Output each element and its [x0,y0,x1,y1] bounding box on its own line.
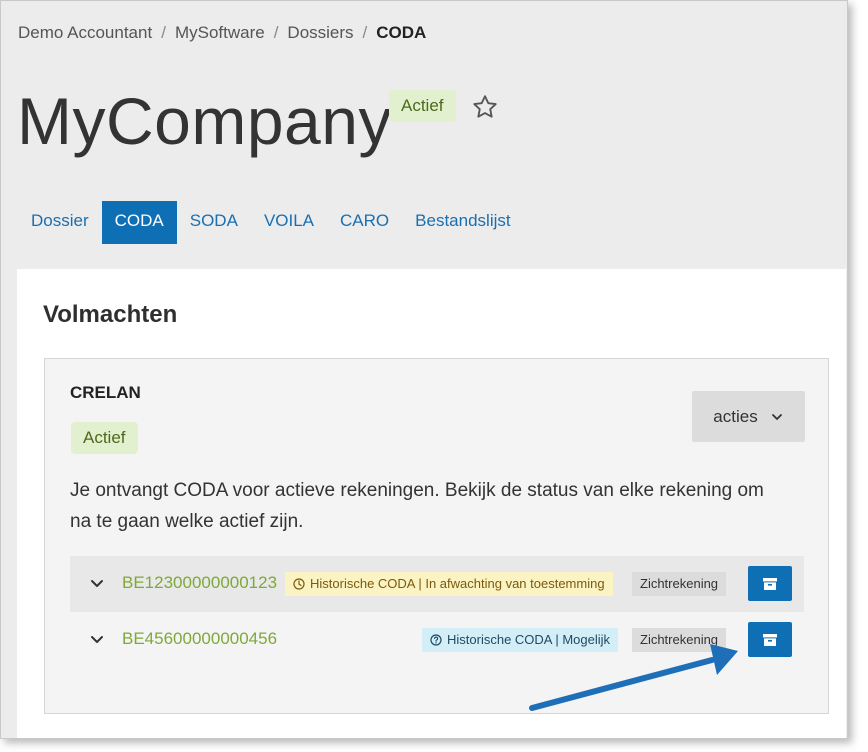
clock-icon [293,578,305,590]
tab-voila[interactable]: VOILA [251,201,327,244]
bank-name: CRELAN [70,383,141,402]
bank-description: Je ontvangt CODA voor actieve rekeningen… [70,480,764,532]
archive-icon [763,577,777,590]
question-circle-icon [430,634,442,646]
archive-button[interactable] [748,566,792,601]
bank-status-badge: Actief [71,422,138,454]
breadcrumb-separator: / [362,23,368,42]
tab-bar: Dossier CODA SODA VOILA CARO Bestandslij… [18,201,524,244]
account-type-badge: Zichtrekening [632,628,727,652]
account-row: BE45600000000456 Historische CODA | Moge… [70,612,804,668]
tab-bestandslijst[interactable]: Bestandslijst [402,201,523,244]
breadcrumb-current: CODA [376,23,427,42]
actions-dropdown-button[interactable]: acties [692,391,805,442]
actions-label: acties [713,406,758,426]
star-icon[interactable] [471,93,499,121]
tab-coda[interactable]: CODA [101,201,177,244]
content-panel: Volmachten CRELAN Actief acties Je ontva… [17,269,846,738]
breadcrumb-item-dossiers[interactable]: Dossiers [287,23,353,42]
breadcrumb-separator: / [161,23,166,42]
tab-caro[interactable]: CARO [327,201,402,244]
archive-icon [763,633,777,646]
breadcrumb-item-accountant[interactable]: Demo Accountant [18,23,152,42]
breadcrumb: Demo Accountant / MySoftware / Dossiers / CODA [18,23,426,43]
archive-button[interactable] [748,622,792,657]
account-status-badge: Historische CODA | Mogelijk [422,628,619,652]
chevron-down-icon[interactable] [89,633,105,647]
chevron-down-icon[interactable] [89,577,105,591]
breadcrumb-item-software[interactable]: MySoftware [175,23,265,42]
account-type-badge: Zichtrekening [632,572,727,596]
account-status-badge: Historische CODA | In afwachting van toe… [285,572,613,596]
account-status-text: Historische CODA | In afwachting van toe… [310,576,605,591]
status-badge: Actief [389,90,456,122]
page-title: MyCompany [17,84,392,158]
bank-card: CRELAN Actief acties Je ontvangt CODA vo… [44,358,829,714]
chevron-down-icon [771,413,782,420]
breadcrumb-separator: / [273,23,279,42]
tab-dossier[interactable]: Dossier [18,201,102,244]
account-row: BE12300000000123 Historische CODA | In a… [70,556,804,612]
account-iban[interactable]: BE45600000000456 [122,629,277,649]
tab-soda[interactable]: SODA [177,201,251,244]
account-status-text: Historische CODA | Mogelijk [447,632,611,647]
section-title: Volmachten [43,301,178,328]
account-iban[interactable]: BE12300000000123 [122,573,277,593]
app-window: Demo Accountant / MySoftware / Dossiers / CODA… [0,0,848,739]
